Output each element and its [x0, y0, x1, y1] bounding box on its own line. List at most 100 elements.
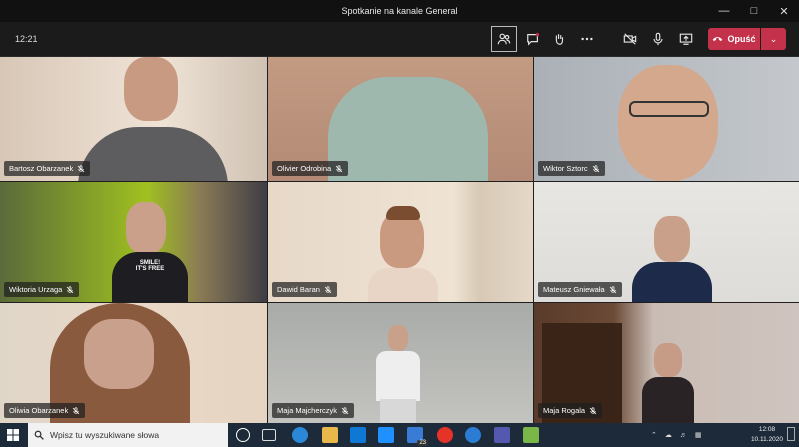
- participant-name: Mateusz Gniewała: [543, 285, 605, 294]
- camera-off-icon: [623, 33, 637, 45]
- meeting-timer: 12:21: [15, 34, 38, 44]
- torso: [642, 377, 694, 423]
- share-screen-icon: [679, 33, 693, 45]
- leave-options-dropdown[interactable]: ⌄: [761, 28, 786, 50]
- edge-icon[interactable]: [292, 427, 308, 443]
- leave-button[interactable]: Opuść: [708, 28, 760, 50]
- more-icon: [581, 37, 593, 41]
- participant-tile[interactable]: Maja Rogala: [534, 303, 799, 423]
- torso: [632, 262, 712, 302]
- teams-icon[interactable]: [494, 427, 510, 443]
- face: [618, 65, 718, 181]
- chevron-up-icon[interactable]: ⌃: [651, 431, 657, 439]
- notifications-icon[interactable]: [787, 427, 795, 441]
- face: [654, 216, 690, 262]
- microphone-muted-icon: [592, 164, 599, 172]
- shirt-text-line2: IT'S FREE: [135, 266, 165, 272]
- participant-nameplate: Maja Rogala: [538, 403, 603, 418]
- chevron-down-icon: ⌄: [769, 33, 778, 44]
- search-icon: [34, 430, 44, 440]
- maximize-icon[interactable]: □: [739, 0, 769, 22]
- microphone-muted-icon: [67, 285, 74, 293]
- microphone-muted-icon: [324, 285, 332, 293]
- participant-name: Olivier Odrobina: [277, 164, 332, 173]
- windows-logo-icon: [7, 429, 19, 441]
- microphone-muted-icon: [589, 406, 597, 414]
- torso: [376, 351, 420, 401]
- leave-label: Opuść: [727, 34, 756, 44]
- start-button[interactable]: [0, 423, 26, 447]
- mail-badge: 23: [417, 440, 428, 446]
- face: [388, 325, 408, 351]
- volume-icon[interactable]: ♬: [680, 432, 687, 439]
- face: [126, 202, 166, 254]
- torso: [328, 77, 488, 181]
- face: [380, 212, 424, 268]
- participant-tile[interactable]: Olivier Odrobina: [268, 57, 533, 181]
- taskbar-search[interactable]: Wpisz tu wyszukiwane słowa: [28, 423, 228, 447]
- participant-nameplate: Maja Majcherczyk: [272, 403, 355, 418]
- meeting-toolbar: 12:21: [0, 22, 799, 57]
- glasses: [629, 101, 709, 117]
- minimize-icon[interactable]: —: [709, 0, 739, 22]
- taskbar-clock[interactable]: 12:08 10.11.2020: [751, 425, 783, 445]
- participant-nameplate: Olivier Odrobina: [272, 161, 349, 176]
- hand-icon: [555, 34, 564, 45]
- camera-toggle-button[interactable]: [617, 26, 643, 52]
- participant-name: Maja Majcherczyk: [277, 406, 338, 415]
- cortana-icon[interactable]: [236, 428, 250, 442]
- participant-tile[interactable]: Maja Majcherczyk: [268, 303, 533, 423]
- language-icon[interactable]: ▦: [695, 431, 702, 439]
- participant-name: Wiktoria Urzaga: [9, 285, 63, 294]
- microphone-button[interactable]: [645, 26, 671, 52]
- mail-icon[interactable]: 23: [407, 427, 428, 446]
- participant-tile[interactable]: Mateusz Gniewała: [534, 182, 799, 302]
- microphone-icon: [653, 32, 663, 46]
- participant-name: Oliwia Obarzanek: [9, 406, 69, 415]
- participants-icon: [497, 33, 511, 45]
- participant-nameplate: Wiktoria Urzaga: [4, 282, 80, 297]
- participant-nameplate: Mateusz Gniewała: [538, 282, 622, 297]
- file-explorer-icon[interactable]: [322, 427, 338, 443]
- clock-date: 10.11.2020: [750, 436, 783, 443]
- search-placeholder: Wpisz tu wyszukiwane słowa: [50, 430, 160, 440]
- share-screen-button[interactable]: [673, 26, 699, 52]
- raise-hand-button[interactable]: [546, 26, 572, 52]
- participants-button[interactable]: [491, 26, 517, 52]
- photos-icon[interactable]: [378, 427, 394, 443]
- legs: [380, 399, 416, 423]
- network-icon[interactable]: ☁: [665, 431, 672, 439]
- participant-tile[interactable]: Oliwia Obarzanek: [0, 303, 267, 423]
- microphone-muted-icon: [609, 285, 616, 293]
- task-view-icon[interactable]: [262, 429, 276, 441]
- windows-taskbar: Wpisz tu wyszukiwane słowa 23 ⌃ ☁ ♬ ▦ 12…: [0, 423, 799, 447]
- app-icon[interactable]: [523, 427, 539, 443]
- face: [124, 57, 178, 121]
- window-title: Spotkanie na kanale General: [341, 6, 458, 16]
- participant-tile[interactable]: SMILE! IT'S FREE Wiktoria Urzaga: [0, 182, 267, 302]
- participant-nameplate: Wiktor Sztorc: [538, 161, 605, 176]
- torso: [368, 268, 438, 302]
- participant-name: Maja Rogala: [543, 406, 586, 415]
- more-options-button[interactable]: [574, 26, 600, 52]
- chrome-icon[interactable]: [465, 427, 481, 443]
- chat-button[interactable]: [520, 26, 546, 52]
- face: [654, 343, 682, 377]
- hair: [386, 206, 420, 220]
- opera-icon[interactable]: [437, 427, 453, 443]
- system-tray: ⌃ ☁ ♬ ▦: [651, 423, 702, 447]
- participant-nameplate: Dawid Baran: [272, 282, 337, 297]
- participant-tile[interactable]: Bartosz Obarzanek: [0, 57, 267, 181]
- participant-name: Dawid Baran: [277, 285, 320, 294]
- participant-tile[interactable]: Dawid Baran: [268, 182, 533, 302]
- microphone-muted-icon: [72, 406, 80, 414]
- phone-hangup-icon: [713, 37, 723, 42]
- participant-nameplate: Oliwia Obarzanek: [4, 403, 86, 418]
- participant-tile[interactable]: Wiktor Sztorc: [534, 57, 799, 181]
- store-icon[interactable]: [350, 427, 366, 443]
- participant-name: Wiktor Sztorc: [543, 164, 588, 173]
- video-grid: Bartosz Obarzanek Olivier Odrobina Wikto…: [0, 57, 799, 423]
- microphone-muted-icon: [341, 406, 349, 414]
- participant-nameplate: Bartosz Obarzanek: [4, 161, 91, 176]
- close-icon[interactable]: ✕: [769, 0, 799, 22]
